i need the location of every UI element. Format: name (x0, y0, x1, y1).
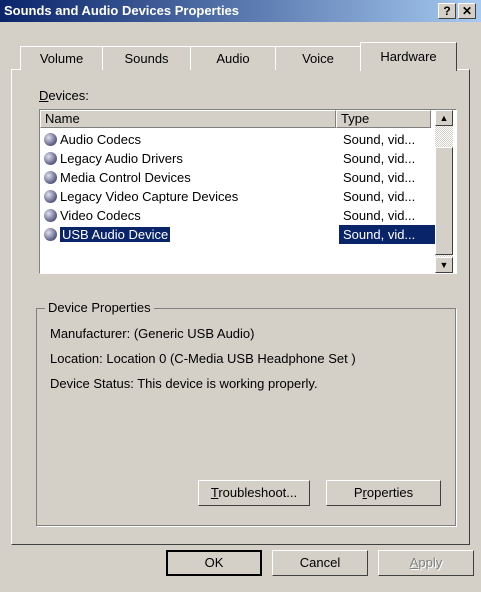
tab-hardware[interactable]: Hardware (360, 42, 457, 71)
properties-button[interactable]: Properties (326, 480, 441, 506)
device-list[interactable]: Name Type Audio Codecs Sound, vid... Leg… (39, 109, 457, 274)
apply-button[interactable]: Apply (378, 550, 474, 576)
devices-label: Devices: (39, 88, 89, 103)
list-item[interactable]: Legacy Video Capture Devices Sound, vid.… (44, 187, 431, 206)
help-icon[interactable]: ? (438, 3, 456, 19)
list-item[interactable]: Legacy Audio Drivers Sound, vid... (44, 149, 431, 168)
title-bar[interactable]: Sounds and Audio Devices Properties ? ✕ (0, 0, 481, 22)
device-status-text: Device Status: This device is working pr… (50, 376, 318, 391)
list-item[interactable]: Audio Codecs Sound, vid... (44, 130, 431, 149)
location-text: Location: Location 0 (C-Media USB Headph… (50, 351, 356, 366)
scroll-down-icon[interactable]: ▼ (435, 257, 453, 273)
close-icon[interactable]: ✕ (458, 3, 476, 19)
column-header-name[interactable]: Name (40, 110, 336, 128)
window-title: Sounds and Audio Devices Properties (4, 3, 240, 18)
speaker-icon (44, 228, 57, 241)
list-item[interactable]: Video Codecs Sound, vid... (44, 206, 431, 225)
tab-voice[interactable]: Voice (275, 46, 361, 70)
manufacturer-text: Manufacturer: (Generic USB Audio) (50, 326, 255, 341)
list-item-selected[interactable]: USB Audio Device Sound, vid... (44, 225, 435, 244)
troubleshoot-button[interactable]: Troubleshoot... (198, 480, 310, 506)
scrollbar-thumb[interactable] (435, 147, 453, 255)
speaker-icon (44, 133, 57, 146)
speaker-icon (44, 190, 57, 203)
speaker-icon (44, 209, 57, 222)
tab-volume[interactable]: Volume (20, 46, 103, 70)
speaker-icon (44, 171, 57, 184)
ok-button[interactable]: OK (166, 550, 262, 576)
tab-sounds[interactable]: Sounds (102, 46, 191, 70)
speaker-icon (44, 152, 57, 165)
cancel-button[interactable]: Cancel (272, 550, 368, 576)
column-header-type[interactable]: Type (336, 110, 431, 128)
device-properties-label: Device Properties (45, 300, 154, 315)
scroll-up-icon[interactable]: ▲ (435, 110, 453, 126)
list-item[interactable]: Media Control Devices Sound, vid... (44, 168, 431, 187)
tab-audio[interactable]: Audio (190, 46, 276, 70)
